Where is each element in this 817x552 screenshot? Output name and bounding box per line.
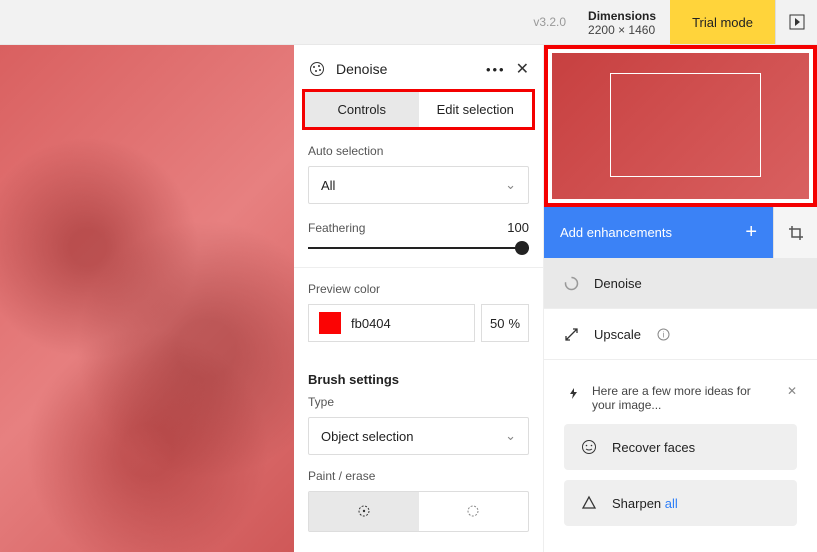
play-icon bbox=[788, 13, 806, 31]
enhancement-denoise[interactable]: Denoise bbox=[544, 258, 817, 309]
run-button[interactable] bbox=[775, 0, 817, 44]
thumbnail-highlight bbox=[544, 45, 817, 207]
controls-panel: Denoise ••• ✕ Controls Edit selection Au… bbox=[294, 45, 544, 552]
chevron-down-icon: ⌄ bbox=[505, 177, 516, 193]
auto-selection-dropdown[interactable]: All ⌄ bbox=[308, 166, 529, 204]
version-label: v3.2.0 bbox=[525, 0, 574, 44]
loading-spinner-icon bbox=[562, 274, 580, 292]
crop-icon bbox=[787, 224, 805, 242]
dimensions-label: Dimensions bbox=[588, 9, 656, 23]
top-bar: v3.2.0 Dimensions 2200 × 1460 Trial mode bbox=[0, 0, 817, 45]
erase-button[interactable] bbox=[419, 492, 529, 531]
crop-tool-button[interactable] bbox=[773, 207, 817, 258]
panel-header: Denoise ••• ✕ bbox=[294, 45, 543, 89]
crop-region[interactable] bbox=[610, 73, 761, 177]
brush-type-value: Object selection bbox=[321, 429, 414, 444]
more-menu-button[interactable]: ••• bbox=[486, 62, 506, 77]
feathering-value: 100 bbox=[507, 220, 529, 235]
feathering-label: Feathering bbox=[308, 221, 365, 235]
bolt-icon bbox=[564, 384, 582, 402]
brush-settings-heading: Brush settings bbox=[308, 372, 529, 387]
paint-erase-toggle bbox=[308, 491, 529, 532]
feathering-slider[interactable] bbox=[308, 247, 529, 249]
auto-selection-label: Auto selection bbox=[308, 144, 529, 158]
percent-symbol: % bbox=[508, 316, 520, 331]
plus-icon: + bbox=[745, 221, 757, 244]
add-enhancements-button[interactable]: Add enhancements + bbox=[544, 207, 773, 258]
enhancement-label: Denoise bbox=[594, 276, 642, 291]
preview-color-label: Preview color bbox=[308, 282, 529, 296]
slider-thumb[interactable] bbox=[515, 241, 529, 255]
paint-button[interactable] bbox=[309, 492, 419, 531]
chevron-down-icon: ⌄ bbox=[505, 428, 516, 444]
color-hex-value: fb0404 bbox=[351, 316, 391, 331]
ideas-text: Here are a few more ideas for your image… bbox=[592, 384, 777, 412]
opacity-input[interactable]: 50 % bbox=[481, 304, 529, 342]
idea-label: Sharpen all bbox=[612, 496, 678, 511]
idea-sharpen[interactable]: Sharpen all bbox=[564, 480, 797, 526]
triangle-icon bbox=[580, 494, 598, 512]
dismiss-ideas-button[interactable]: ✕ bbox=[787, 384, 797, 398]
ideas-section: Here are a few more ideas for your image… bbox=[554, 374, 807, 540]
idea-recover-faces[interactable]: Recover faces bbox=[564, 424, 797, 470]
brush-type-dropdown[interactable]: Object selection ⌄ bbox=[308, 417, 529, 455]
paint-erase-label: Paint / erase bbox=[308, 469, 529, 483]
denoise-icon bbox=[308, 60, 326, 78]
opacity-value: 50 bbox=[490, 316, 504, 331]
enhancement-upscale[interactable]: Upscale i bbox=[544, 309, 817, 360]
upscale-icon bbox=[562, 325, 580, 343]
tabs: Controls Edit selection bbox=[305, 92, 532, 127]
main-area: Denoise ••• ✕ Controls Edit selection Au… bbox=[0, 45, 817, 552]
face-icon bbox=[580, 438, 598, 456]
image-thumbnail[interactable] bbox=[552, 53, 809, 199]
dimensions-value: 2200 × 1460 bbox=[588, 23, 656, 37]
svg-text:i: i bbox=[663, 330, 665, 339]
image-viewer[interactable] bbox=[0, 45, 294, 552]
right-panel: Add enhancements + Denoise Upscale i bbox=[544, 45, 817, 552]
paint-target-icon bbox=[355, 502, 373, 520]
info-icon[interactable]: i bbox=[655, 325, 673, 343]
idea-label: Recover faces bbox=[612, 440, 695, 455]
tabs-highlight: Controls Edit selection bbox=[302, 89, 535, 130]
color-swatch bbox=[319, 312, 341, 334]
close-panel-button[interactable]: ✕ bbox=[516, 59, 529, 79]
auto-selection-value: All bbox=[321, 178, 335, 193]
dimensions-block: Dimensions 2200 × 1460 bbox=[574, 0, 670, 44]
type-label: Type bbox=[308, 395, 529, 409]
preview-color-input[interactable]: fb0404 bbox=[308, 304, 475, 342]
add-enhancements-label: Add enhancements bbox=[560, 225, 672, 240]
tab-controls[interactable]: Controls bbox=[305, 92, 419, 127]
erase-target-icon bbox=[464, 502, 482, 520]
tab-edit-selection[interactable]: Edit selection bbox=[419, 92, 533, 127]
trial-mode-button[interactable]: Trial mode bbox=[670, 0, 775, 44]
enhancement-label: Upscale bbox=[594, 327, 641, 342]
panel-title: Denoise bbox=[336, 61, 476, 77]
